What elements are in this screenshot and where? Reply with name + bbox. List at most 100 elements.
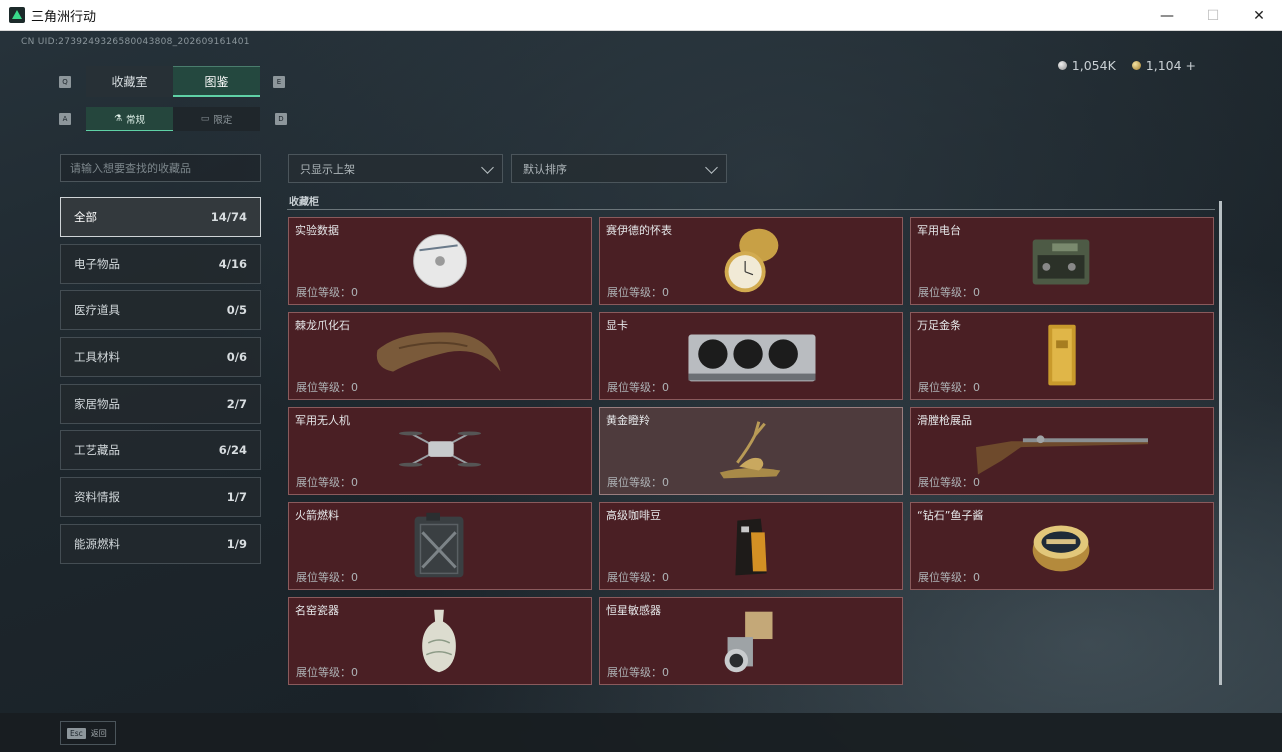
category-household[interactable]: 家居物品 2/7: [60, 383, 261, 424]
category-label: 电子物品: [74, 256, 120, 271]
category-medical[interactable]: 医疗道具 0/5: [60, 290, 261, 331]
category-label: 工艺藏品: [74, 443, 120, 458]
booth-level: 展位等级：0: [296, 476, 358, 489]
back-button[interactable]: Esc 返回: [60, 721, 116, 745]
collectible-card[interactable]: 军用无人机 展位等级：0: [288, 407, 592, 495]
booth-level: 展位等级：0: [607, 571, 669, 584]
key-hint-a: A: [59, 113, 71, 125]
tab-limited[interactable]: ▭ 限定: [173, 107, 260, 131]
scrollbar-thumb[interactable]: [1219, 201, 1222, 685]
category-label: 资料情报: [74, 490, 120, 505]
category-crafts[interactable]: 工艺藏品 6/24: [60, 430, 261, 471]
app-logo-icon: [9, 7, 25, 23]
category-energy[interactable]: 能源燃料 1/9: [60, 523, 261, 564]
collectible-card[interactable]: 实验数据 展位等级：0: [288, 217, 592, 305]
category-list: 全部 14/74 电子物品 4/16 医疗道具 0/5 工具材料 0/6 家居物…: [60, 197, 261, 571]
maximize-button[interactable]: ☐: [1190, 0, 1236, 31]
category-electronics[interactable]: 电子物品 4/16: [60, 243, 261, 284]
tab-collection-room[interactable]: 收藏室: [86, 66, 173, 97]
booth-level: 展位等级：0: [607, 286, 669, 299]
booth-level: 展位等级：0: [296, 381, 358, 394]
gold-coin-icon: [1131, 61, 1141, 70]
item-name: 棘龙爪化石: [295, 319, 350, 332]
key-hint-d: D: [275, 113, 287, 125]
category-count: 14/74: [210, 210, 247, 224]
section-divider: [287, 209, 1215, 210]
booth-level: 展位等级：0: [607, 666, 669, 679]
key-hint-q: Q: [59, 76, 71, 88]
category-label: 全部: [74, 210, 97, 224]
item-name: 黄金瞪羚: [606, 414, 650, 427]
category-count: 4/16: [218, 256, 247, 271]
sort-dropdown[interactable]: 默认排序: [511, 154, 727, 183]
item-name: 赛伊德的怀表: [606, 224, 672, 237]
booth-level: 展位等级：0: [607, 476, 669, 489]
item-name: 军用电台: [917, 224, 961, 237]
chevron-down-icon: [481, 161, 494, 174]
booth-level: 展位等级：0: [607, 381, 669, 394]
collectible-card[interactable]: 棘龙爪化石 展位等级：0: [288, 312, 592, 400]
collectible-card[interactable]: “钻石”鱼子酱 展位等级：0: [910, 502, 1214, 590]
window-title: 三角洲行动: [31, 9, 97, 25]
frame-icon: ▭: [200, 114, 210, 124]
collectible-card[interactable]: 显卡 展位等级：0: [599, 312, 903, 400]
currency-bar: 1,054K 1,104 +: [1057, 58, 1196, 73]
booth-level: 展位等级：0: [296, 571, 358, 584]
booth-level: 展位等级：0: [918, 286, 980, 299]
category-intel[interactable]: 资料情报 1/7: [60, 477, 261, 518]
collectible-card[interactable]: 恒星敏感器 展位等级：0: [599, 597, 903, 685]
tab-limited-label: 限定: [213, 115, 233, 126]
category-count: 0/5: [226, 303, 247, 318]
collectible-card[interactable]: 高级咖啡豆 展位等级：0: [599, 502, 903, 590]
esc-key-hint: Esc: [67, 727, 86, 739]
sort-label: 默认排序: [523, 162, 567, 176]
chevron-down-icon: [705, 161, 718, 174]
collectible-search-input[interactable]: [60, 154, 261, 182]
item-name: 高级咖啡豆: [606, 509, 661, 522]
minimize-button[interactable]: —: [1144, 0, 1190, 31]
collectible-card[interactable]: 万足金条 展位等级：0: [910, 312, 1214, 400]
category-count: 2/7: [226, 396, 247, 411]
back-label: 返回: [90, 728, 107, 738]
tab-regular[interactable]: ⚗ 常规: [86, 107, 173, 131]
item-name: 万足金条: [917, 319, 961, 332]
item-name: 军用无人机: [295, 414, 350, 427]
category-label: 能源燃料: [74, 536, 120, 551]
flask-icon: ⚗: [113, 113, 123, 124]
booth-level: 展位等级：0: [296, 286, 358, 299]
booth-level: 展位等级：0: [918, 571, 980, 584]
close-button[interactable]: ✕: [1236, 0, 1282, 31]
category-count: 1/7: [226, 490, 247, 505]
category-count: 6/24: [218, 443, 247, 458]
category-label: 工具材料: [74, 350, 120, 365]
collectible-card[interactable]: 滑膛枪展品 展位等级：0: [910, 407, 1214, 495]
window-titlebar: 三角洲行动 — ☐ ✕: [0, 0, 1282, 31]
collectible-card[interactable]: 名窑瓷器 展位等级：0: [288, 597, 592, 685]
collectible-card[interactable]: 赛伊德的怀表 展位等级：0: [599, 217, 903, 305]
currency-silver: 1,054K: [1057, 58, 1116, 73]
item-name: 滑膛枪展品: [917, 414, 972, 427]
tab-regular-label: 常规: [126, 114, 146, 126]
bottom-bar: Esc 返回: [0, 713, 1282, 752]
user-uid: CN UID:2739249326580043808_202609161401: [21, 37, 250, 47]
collectible-card[interactable]: 军用电台 展位等级：0: [910, 217, 1214, 305]
currency-gold[interactable]: 1,104 +: [1131, 58, 1196, 73]
category-all[interactable]: 全部 14/74: [60, 197, 261, 237]
silver-coin-icon: [1057, 61, 1067, 70]
collectible-card[interactable]: 黄金瞪羚 展位等级：0: [599, 407, 903, 495]
category-tools[interactable]: 工具材料 0/6: [60, 337, 261, 378]
category-label: 医疗道具: [74, 303, 120, 318]
silver-amount: 1,054K: [1071, 58, 1116, 73]
item-name: 名窑瓷器: [295, 604, 339, 617]
item-name: 显卡: [606, 319, 628, 332]
booth-level: 展位等级：0: [918, 476, 980, 489]
category-count: 0/6: [226, 350, 247, 365]
section-title: 收藏柜: [289, 197, 319, 208]
collectible-card[interactable]: 火箭燃料 展位等级：0: [288, 502, 592, 590]
item-name: 实验数据: [295, 224, 339, 237]
tab-codex[interactable]: 图鉴: [173, 66, 260, 97]
booth-level: 展位等级：0: [296, 666, 358, 679]
filter-listed-dropdown[interactable]: 只显示上架: [288, 154, 503, 183]
booth-level: 展位等级：0: [918, 381, 980, 394]
game-viewport: CN UID:2739249326580043808_202609161401 …: [0, 31, 1282, 752]
